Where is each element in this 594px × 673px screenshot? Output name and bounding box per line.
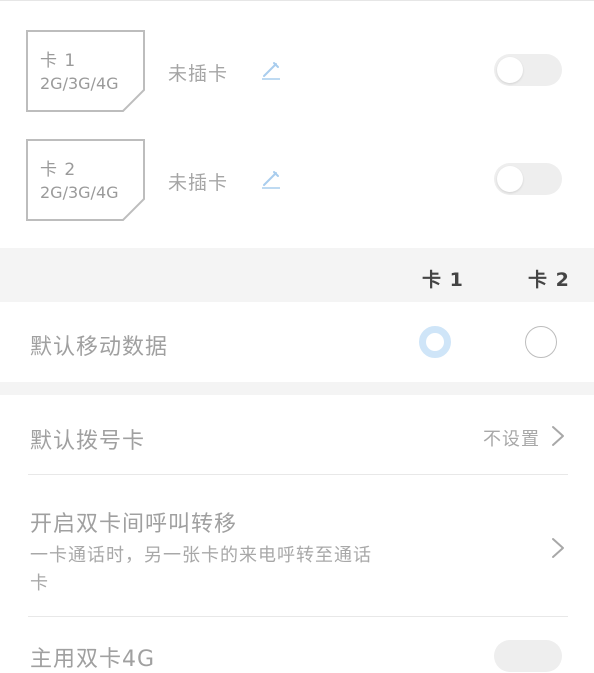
pencil-icon[interactable] [259, 58, 283, 82]
data-card-1-radio[interactable] [419, 326, 451, 358]
primary-dual-4g-label: 主用双卡4G [30, 647, 156, 672]
pencil-icon[interactable] [259, 167, 283, 191]
default-mobile-data-label: 默认移动数据 [30, 335, 169, 360]
sim-card-1-icon: 卡 1 2G/3G/4G [26, 30, 145, 112]
primary-dual-4g-row: 主用双卡4G [0, 617, 594, 672]
sim-card-2-icon: 卡 2 2G/3G/4G [26, 139, 145, 221]
sim-1-status: 未插卡 [168, 63, 229, 85]
call-forward-description: 一卡通话时，另一张卡的来电呼转至通话卡 [30, 545, 372, 594]
primary-dual-4g-toggle[interactable] [494, 640, 562, 672]
sim-2-name: 卡 2 [40, 160, 77, 180]
section-gap [0, 382, 594, 395]
default-mobile-data-row: 默认移动数据 [0, 302, 594, 382]
sim-row-1: 卡 1 2G/3G/4G 未插卡 [0, 28, 594, 118]
default-dial-card-value: 不设置 [483, 429, 540, 450]
chevron-right-icon [551, 537, 565, 559]
sim-1-name: 卡 1 [40, 51, 77, 71]
top-divider [0, 0, 594, 1]
data-card-2-radio[interactable] [525, 326, 557, 358]
call-forward-label: 开启双卡间呼叫转移 [30, 512, 238, 537]
row-divider [28, 474, 568, 475]
chevron-right-icon [551, 425, 565, 447]
sim-1-network: 2G/3G/4G [40, 74, 119, 93]
sim-row-2: 卡 2 2G/3G/4G 未插卡 [0, 137, 594, 227]
column-label-card-2: 卡 2 [528, 269, 570, 291]
card-column-header: 卡 1 卡 2 [0, 248, 594, 302]
toggle-knob [497, 166, 523, 192]
default-dial-card-label: 默认拨号卡 [30, 429, 146, 454]
column-label-card-1: 卡 1 [422, 269, 464, 291]
sim-2-toggle[interactable] [494, 163, 562, 195]
sim-1-toggle[interactable] [494, 54, 562, 86]
dual-card-call-forward-row[interactable]: 开启双卡间呼叫转移 一卡通话时，另一张卡的来电呼转至通话卡 [0, 476, 594, 617]
sim-2-network: 2G/3G/4G [40, 183, 119, 202]
toggle-knob [497, 57, 523, 83]
sim-2-status: 未插卡 [168, 172, 229, 194]
default-dial-card-row[interactable]: 默认拨号卡 不设置 [0, 395, 594, 475]
